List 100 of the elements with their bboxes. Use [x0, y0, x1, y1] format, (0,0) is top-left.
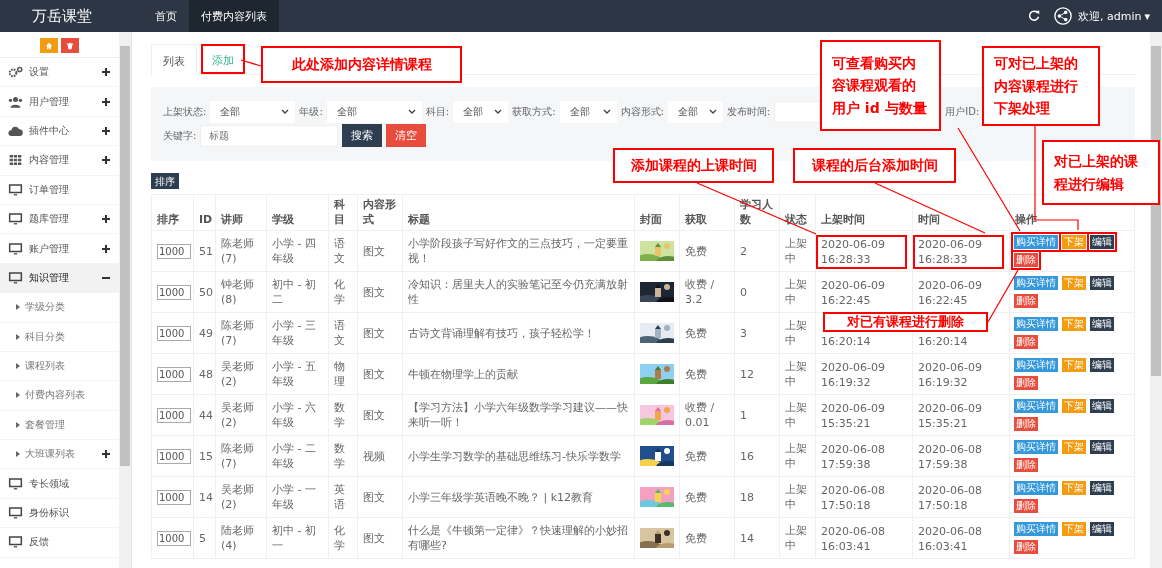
table-cell-text: 2020-06-08 16:03:41: [917, 524, 983, 555]
select-field[interactable]: 全部: [559, 100, 617, 123]
table-cell: 英语: [334, 483, 345, 511]
table-cell: 化学: [334, 278, 345, 306]
table-cell-text: 2020-06-09 15:35:21: [820, 401, 886, 432]
filter-label: 关键字:: [163, 128, 197, 143]
action-button[interactable]: 编辑: [1090, 276, 1114, 290]
table-cell: 上架中: [785, 401, 807, 429]
refresh-icon[interactable]: [1028, 10, 1040, 22]
table-cell: 小学 - 二年级: [272, 442, 316, 470]
select-field[interactable]: 全部: [210, 100, 296, 123]
sort-input[interactable]: 1000: [157, 284, 191, 300]
action-button[interactable]: 编辑: [1090, 481, 1114, 495]
table-cell-text: 2020-06-09 15:35:21: [917, 401, 983, 432]
input-field[interactable]: [774, 100, 821, 123]
expand-icon[interactable]: [101, 67, 111, 78]
share-icon[interactable]: [1054, 7, 1072, 25]
action-button[interactable]: 编辑: [1090, 399, 1114, 413]
sort-button[interactable]: 排序: [151, 173, 179, 189]
action-button[interactable]: 删除: [1014, 417, 1038, 431]
nav-tab[interactable]: 付费内容列表: [189, 0, 279, 32]
table-cell: 小学生学习数学的基础思维练习-快乐学数学: [408, 449, 621, 463]
table-cell: 3: [740, 326, 747, 340]
table-cell-text: 2020-06-08 17:59:38: [820, 442, 886, 473]
action-button[interactable]: 删除: [1014, 458, 1038, 472]
monitor-icon: [8, 242, 23, 255]
table-cell: 51: [199, 244, 213, 258]
expand-icon[interactable]: [101, 96, 111, 107]
action-button[interactable]: 编辑: [1090, 358, 1114, 372]
home-icon: [45, 41, 53, 50]
table-cell: 收费 / 0.01: [685, 401, 715, 429]
table-cell-text: 2020-06-09 16:19:32: [917, 360, 983, 391]
scrollbar[interactable]: [119, 32, 131, 568]
column-header: 上架时间: [821, 213, 865, 226]
table-cell: 上架中: [785, 319, 807, 347]
table-cell: 上架中: [785, 524, 807, 552]
expand-icon[interactable]: [101, 155, 111, 166]
action-button[interactable]: 删除: [1014, 376, 1038, 390]
monitor-icon: [8, 183, 23, 196]
action-button[interactable]: 删除: [1014, 540, 1038, 554]
table-cell: 牛顿在物理学上的贡献: [408, 367, 518, 381]
monitor-icon: [8, 213, 23, 226]
action-button[interactable]: 编辑: [1090, 440, 1114, 454]
action-button[interactable]: 删除: [1014, 253, 1038, 267]
table-cell: 图文: [363, 244, 385, 258]
sort-input[interactable]: 1000: [157, 243, 191, 259]
table-cell: 上架中: [785, 442, 807, 470]
tab[interactable]: 列表: [151, 44, 197, 75]
sidebar-item[interactable]: 知识管理: [0, 263, 119, 294]
filter-label: 内容形式:: [620, 104, 664, 119]
bullet-icon: [16, 392, 20, 399]
user-menu[interactable]: 欢迎, admin ▾: [1078, 8, 1150, 24]
action-button[interactable]: 删除: [1014, 294, 1038, 308]
keyword-field[interactable]: 标题: [200, 124, 339, 147]
sort-input[interactable]: 1000: [157, 325, 191, 341]
table-cell: 化学: [334, 524, 345, 552]
table-cell: 冷知识：居里夫人的实验笔记至今仍充满放射性: [408, 278, 628, 306]
sort-input[interactable]: 1000: [157, 530, 191, 546]
action-button[interactable]: 删除: [1014, 499, 1038, 513]
action-button[interactable]: 编辑: [1090, 317, 1114, 331]
table-cell: 吴老师 (2): [221, 401, 254, 429]
column-header: ID: [199, 213, 213, 226]
monitor-icon: [8, 271, 23, 284]
table-cell: 免费: [685, 531, 707, 545]
table-cell-text: 2020-06-09 16:22:45: [917, 278, 983, 309]
nav-tab[interactable]: 首页: [143, 0, 189, 32]
trash-button[interactable]: [61, 38, 79, 53]
clear-button[interactable]: 清空: [386, 124, 427, 147]
sort-input[interactable]: 1000: [157, 407, 191, 423]
expand-icon[interactable]: [101, 214, 111, 225]
table-cell: 48: [199, 367, 213, 381]
sort-input[interactable]: 1000: [157, 489, 191, 505]
table-cell: 15: [199, 449, 213, 463]
table-cell: 图文: [363, 367, 385, 381]
monitor-icon: [8, 507, 23, 520]
sort-input[interactable]: 1000: [157, 448, 191, 464]
action-button[interactable]: 编辑: [1090, 522, 1114, 536]
sort-input[interactable]: 1000: [157, 366, 191, 382]
chevron-icon: [407, 109, 416, 114]
callout: 对已上架的课程进行编辑: [1042, 140, 1160, 205]
select-field[interactable]: 全部: [667, 100, 723, 123]
expand-icon[interactable]: [101, 449, 111, 460]
expand-icon[interactable]: [101, 243, 111, 254]
search-button[interactable]: 搜索: [342, 124, 383, 147]
select-field[interactable]: 全部: [326, 100, 422, 123]
action-button[interactable]: 删除: [1014, 335, 1038, 349]
bullet-icon: [16, 451, 20, 458]
action-button[interactable]: 编辑: [1090, 235, 1114, 249]
column-header: 排序: [157, 213, 179, 226]
table-cell: 2020-06-09 16:28:33: [913, 235, 1004, 269]
select-field[interactable]: 全部: [453, 100, 509, 123]
filter-label: 年级:: [299, 104, 323, 119]
table-cell: 陈老师 (7): [221, 319, 254, 347]
table-cell: 上架中: [785, 483, 807, 511]
table-cell: 14: [199, 490, 213, 504]
expand-icon[interactable]: [101, 125, 111, 136]
filter-label: 科目:: [425, 104, 450, 119]
table-cell: 收费 / 3.2: [685, 278, 715, 306]
scrollbar[interactable]: [1150, 32, 1162, 568]
table-cell: 图文: [363, 326, 385, 340]
